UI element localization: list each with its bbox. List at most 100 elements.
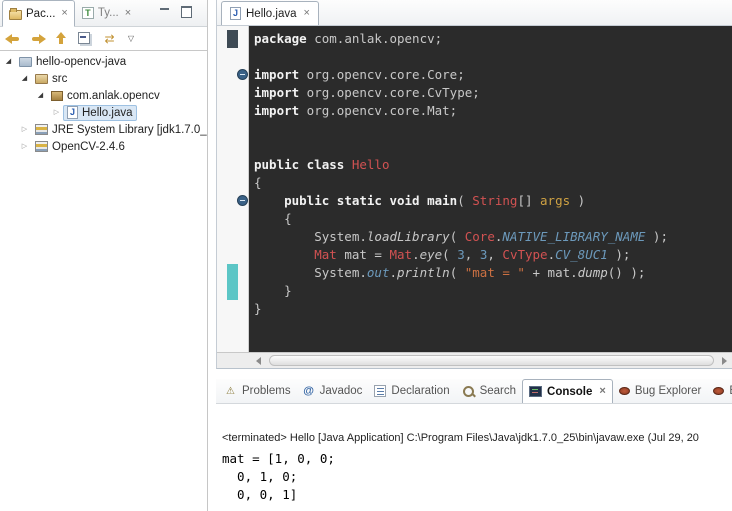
- code-editor: package com.anlak.opencv; import org.ope…: [217, 26, 732, 352]
- code-line: public class Hello: [254, 156, 732, 174]
- tab-javadoc[interactable]: Javadoc: [297, 379, 369, 403]
- link-with-editor-icon[interactable]: [99, 29, 120, 49]
- package-explorer-panel: Pac... × Ty... × ◢ hello-opencv-java ◢ src ◢com…: [0, 0, 208, 511]
- project-tree: ◢hello-opencv-java◢src◢com.anlak.opencv▷…: [0, 51, 207, 155]
- collapse-icon[interactable]: ◢: [18, 70, 31, 87]
- console-view: <terminated> Hello [Java Application] C:…: [216, 404, 732, 504]
- close-icon[interactable]: ×: [599, 386, 605, 397]
- tab-console[interactable]: Console ×: [522, 379, 613, 404]
- tree-item-label: src: [52, 73, 67, 85]
- bug-icon: [713, 387, 724, 395]
- tab-declaration[interactable]: Declaration: [368, 379, 455, 403]
- scrollbar-thumb[interactable]: [269, 355, 714, 366]
- tab-search[interactable]: Search: [456, 379, 522, 403]
- view-tab-label: Pac...: [26, 8, 55, 20]
- view-tab-ty[interactable]: Ty... ×: [75, 0, 138, 26]
- tree-item-src[interactable]: ◢ src: [0, 70, 207, 87]
- code-line: System.loadLibrary( Core.NATIVE_LIBRARY_…: [254, 228, 732, 246]
- tab-bug-explorer[interactable]: Bug Explorer: [613, 379, 707, 403]
- code-lines[interactable]: package com.anlak.opencv; import org.ope…: [250, 26, 732, 352]
- bottom-tabbar: ProblemsJavadoc Declaration Search Console ×…: [216, 379, 732, 404]
- tree-item-opencv-2-4-6[interactable]: ▷ OpenCV-2.4.6: [0, 138, 207, 155]
- editor-tab-hello-java[interactable]: Hello.java ×: [221, 1, 319, 25]
- tree-item-content: Hello.java: [63, 105, 137, 121]
- editor-gutter[interactable]: [217, 26, 249, 352]
- code-line: import org.opencv.core.Core;: [254, 66, 732, 84]
- bug-icon: [619, 387, 630, 395]
- package-explorer-icon: [9, 10, 22, 20]
- editor-tab-label: Hello.java: [246, 8, 297, 20]
- tree-item-content: src: [31, 71, 71, 87]
- code-line: }: [254, 300, 732, 318]
- tree-item-label: hello-opencv-java: [36, 56, 126, 68]
- tab-bug[interactable]: Bug: [707, 379, 732, 403]
- code-line: [254, 48, 732, 66]
- tab-label: Search: [480, 385, 516, 397]
- package-icon: [51, 91, 63, 101]
- javadoc-icon: [303, 385, 315, 397]
- project-icon: [19, 57, 32, 67]
- fold-collapse-icon[interactable]: [237, 195, 248, 206]
- library-icon: [35, 124, 48, 135]
- declaration-icon: [374, 385, 386, 397]
- code-line: {: [254, 210, 732, 228]
- editor-area: Hello.java × package com.anlak.opencv; i…: [216, 0, 732, 369]
- code-line: package com.anlak.opencv;: [254, 30, 732, 48]
- code-line: Mat mat = Mat.eye( 3, 3, CvType.CV_8UC1 …: [254, 246, 732, 264]
- expand-icon[interactable]: ▷: [18, 138, 31, 155]
- code-line: public static void main( String[] args ): [254, 192, 732, 210]
- tab-label: Console: [547, 386, 592, 398]
- editor-horizontal-scrollbar[interactable]: [217, 352, 732, 368]
- collapse-icon[interactable]: ◢: [2, 53, 15, 70]
- search-icon: [462, 385, 475, 398]
- java-file-icon: [67, 106, 78, 119]
- close-icon[interactable]: ×: [125, 8, 131, 19]
- selection-range-marker: [227, 264, 238, 300]
- tree-item-content: JRE System Library [jdk1.7.0_25]: [31, 122, 207, 138]
- tab-label: Declaration: [391, 385, 449, 397]
- scroll-right-icon[interactable]: [716, 353, 732, 368]
- explorer-toolbar: [0, 27, 207, 51]
- code-line: import org.opencv.core.CvType;: [254, 84, 732, 102]
- tree-item-label: OpenCV-2.4.6: [52, 141, 125, 153]
- view-tab-pac[interactable]: Pac... ×: [2, 0, 75, 27]
- collapse-icon[interactable]: ◢: [34, 87, 47, 104]
- code-line: [254, 138, 732, 156]
- java-file-icon: [230, 7, 241, 20]
- view-menu-icon[interactable]: [123, 29, 139, 49]
- scroll-left-icon[interactable]: [250, 353, 266, 368]
- type-hierarchy-icon: [82, 7, 94, 19]
- expand-icon[interactable]: ▷: [18, 121, 31, 138]
- tab-problems[interactable]: Problems: [218, 379, 297, 403]
- view-window-controls: [159, 6, 193, 18]
- minimize-view-button[interactable]: [159, 6, 172, 18]
- expand-icon[interactable]: ▷: [50, 104, 63, 121]
- tree-item-hello-java[interactable]: ▷Hello.java: [0, 104, 207, 121]
- forward-icon[interactable]: [27, 29, 48, 49]
- maximize-icon: [180, 6, 191, 16]
- console-icon: [529, 386, 542, 397]
- minimize-icon: [159, 6, 170, 16]
- tree-item-jre-system-library-jdk1-7-0-25[interactable]: ▷ JRE System Library [jdk1.7.0_25]: [0, 121, 207, 138]
- tab-label: Bug Explorer: [635, 385, 701, 397]
- console-output[interactable]: mat = [1, 0, 0; 0, 1, 0; 0, 0, 1]: [222, 450, 732, 504]
- code-line: [254, 120, 732, 138]
- maximize-view-button[interactable]: [180, 6, 193, 18]
- fold-collapse-icon[interactable]: [237, 69, 248, 80]
- close-icon[interactable]: ×: [61, 8, 67, 19]
- back-icon[interactable]: [3, 29, 24, 49]
- console-process-header: <terminated> Hello [Java Application] C:…: [222, 432, 732, 444]
- code-line: System.out.println( "mat = " + mat.dump(…: [254, 264, 732, 282]
- view-tab-label: Ty...: [98, 7, 119, 19]
- source-folder-icon: [35, 74, 48, 84]
- tree-item-hello-opencv-java[interactable]: ◢ hello-opencv-java: [0, 53, 207, 70]
- tree-item-com-anlak-opencv[interactable]: ◢com.anlak.opencv: [0, 87, 207, 104]
- range-indicator-marker: [227, 30, 238, 48]
- problems-icon: [224, 385, 237, 397]
- up-icon[interactable]: [51, 29, 72, 49]
- tree-item-content: OpenCV-2.4.6: [31, 139, 129, 155]
- tree-item-label: JRE System Library [jdk1.7.0_25]: [52, 124, 207, 136]
- close-icon[interactable]: ×: [304, 8, 310, 19]
- code-line: }: [254, 282, 732, 300]
- collapse-all-icon[interactable]: [75, 29, 96, 49]
